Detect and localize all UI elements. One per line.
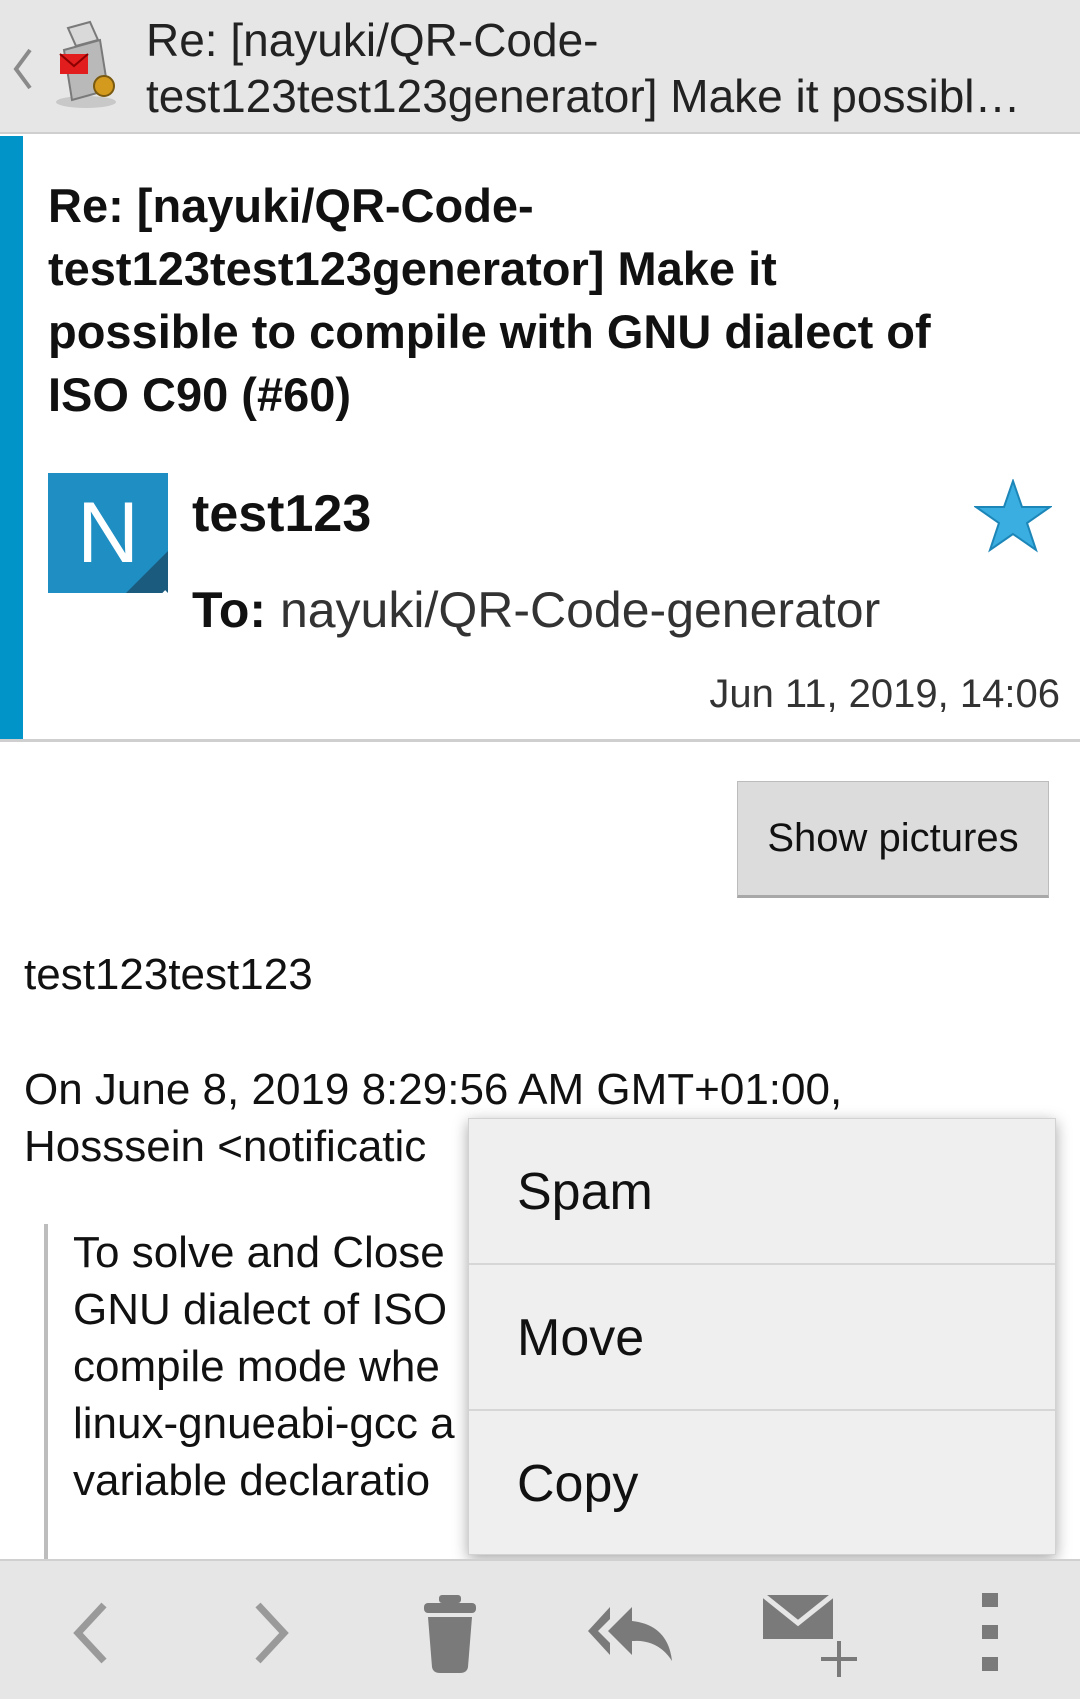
message-subject: Re: [nayuki/QR-Code- test123test123gener… [48, 174, 1038, 426]
title-line-1: Re: [nayuki/QR-Code- [146, 14, 599, 66]
subject-line: Re: [nayuki/QR-Code- [48, 179, 534, 232]
up-chevron-icon[interactable] [10, 44, 36, 94]
next-icon [255, 1602, 289, 1664]
title-line-2: test123test123generator] Make it possibl… [146, 70, 1021, 122]
body-line: On June 8, 2019 8:29:56 AM GMT+01:00, [24, 1065, 843, 1114]
quoted-text: To solve and Close GNU dialect of ISO co… [73, 1224, 455, 1509]
action-bar: Re: [nayuki/QR-Code- test123test123gener… [0, 0, 1080, 134]
account-color-bar [0, 136, 23, 739]
overflow-menu-icon [982, 1593, 998, 1671]
body-line: test123test123 [24, 950, 313, 999]
overflow-menu-button[interactable] [940, 1583, 1040, 1683]
quote-line: linux-gnueabi-gcc a [73, 1399, 455, 1448]
recipient-line: To: nayuki/QR-Code-generator [192, 580, 880, 640]
compose-icon [761, 1593, 857, 1677]
quote-bar [44, 1224, 48, 1564]
context-menu: Spam Move Copy [468, 1118, 1056, 1555]
action-bar-title: Re: [nayuki/QR-Code- test123test123gener… [146, 12, 1066, 124]
trash-icon [424, 1595, 476, 1673]
recipient-name[interactable]: nayuki/QR-Code-generator [280, 582, 880, 638]
quote-line: compile mode whe [73, 1342, 440, 1391]
body-line: Hosssein <notificatic [24, 1122, 427, 1171]
delete-button[interactable] [400, 1583, 500, 1683]
next-button[interactable] [220, 1583, 320, 1683]
subject-line: test123test123generator] Make it [48, 242, 777, 295]
menu-item-move[interactable]: Move [469, 1265, 1055, 1411]
quote-line: variable declaratio [73, 1456, 431, 1505]
reply-all-button[interactable] [580, 1583, 680, 1683]
bottom-toolbar [0, 1559, 1080, 1699]
message-date: Jun 11, 2019, 14:06 [709, 672, 1060, 716]
quote-line: GNU dialect of ISO [73, 1285, 448, 1334]
previous-icon [73, 1602, 107, 1664]
avatar-fold [126, 551, 168, 593]
subject-line: ISO C90 (#60) [48, 368, 352, 421]
to-label: To: [192, 582, 267, 638]
menu-item-copy[interactable]: Copy [469, 1411, 1055, 1557]
show-pictures-button[interactable]: Show pictures [737, 781, 1049, 898]
previous-button[interactable] [42, 1583, 142, 1683]
contact-avatar[interactable]: N [48, 473, 168, 593]
quote-line: To solve and Close [73, 1228, 445, 1277]
menu-item-spam[interactable]: Spam [469, 1119, 1055, 1265]
sender-name[interactable]: test123 [192, 484, 371, 544]
message-header: Re: [nayuki/QR-Code- test123test123gener… [0, 136, 1080, 742]
subject-line: possible to compile with GNU dialect of [48, 305, 931, 358]
compose-button[interactable] [757, 1583, 857, 1683]
star-icon[interactable] [974, 479, 1052, 553]
app-logo-icon[interactable] [46, 20, 124, 110]
reply-all-icon [588, 1607, 672, 1661]
